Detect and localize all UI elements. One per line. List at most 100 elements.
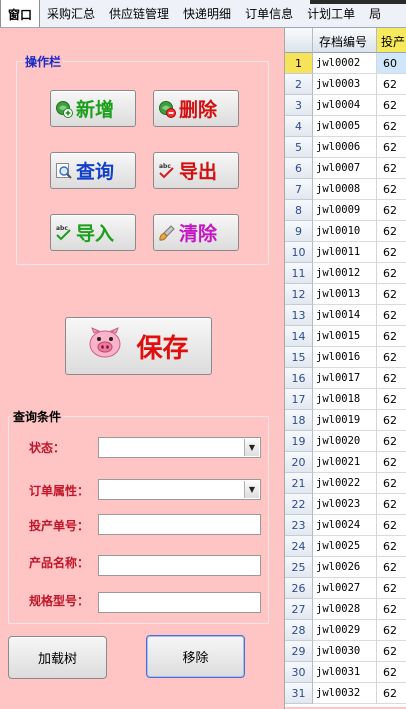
archive-grid[interactable]: 存档编号 投产 1 jwl0002 60 2 jwl0003 62 3 jwl0004 62 4 j…	[284, 28, 406, 709]
row-number[interactable]: 25	[285, 557, 313, 578]
table-row[interactable]: 17 jwl0018 62	[285, 389, 406, 410]
import-button[interactable]: abc 导入	[50, 214, 136, 251]
row-number[interactable]: 10	[285, 242, 313, 263]
clear-button[interactable]: 清除	[153, 214, 239, 251]
cell-production[interactable]: 62	[377, 683, 406, 704]
table-row[interactable]: 6 jwl0007 62	[285, 158, 406, 179]
row-number[interactable]: 2	[285, 74, 313, 95]
row-number[interactable]: 14	[285, 326, 313, 347]
query-button[interactable]: 查询	[50, 152, 136, 189]
cell-archive-no[interactable]: jwl0027	[313, 578, 377, 599]
cell-archive-no[interactable]: jwl0030	[313, 641, 377, 662]
cell-production[interactable]: 62	[377, 662, 406, 683]
cell-archive-no[interactable]: jwl0014	[313, 305, 377, 326]
table-row[interactable]: 25 jwl0026 62	[285, 557, 406, 578]
delete-button[interactable]: 删除	[153, 90, 239, 127]
cell-production[interactable]: 62	[377, 641, 406, 662]
row-number[interactable]: 3	[285, 95, 313, 116]
save-button[interactable]: 保存	[65, 317, 212, 375]
export-button[interactable]: abc 导出	[153, 152, 239, 189]
row-number[interactable]: 5	[285, 137, 313, 158]
table-row[interactable]: 30 jwl0031 62	[285, 662, 406, 683]
spec-input[interactable]	[98, 592, 261, 613]
cell-production[interactable]: 62	[377, 137, 406, 158]
table-row[interactable]: 12 jwl0013 62	[285, 284, 406, 305]
cell-production[interactable]: 62	[377, 599, 406, 620]
cell-archive-no[interactable]: jwl0032	[313, 683, 377, 704]
row-number[interactable]: 22	[285, 494, 313, 515]
cell-production[interactable]: 60	[377, 53, 406, 74]
cell-production[interactable]: 62	[377, 305, 406, 326]
cell-production[interactable]: 62	[377, 620, 406, 641]
row-number[interactable]: 15	[285, 347, 313, 368]
table-row[interactable]: 31 jwl0032 62	[285, 683, 406, 704]
menu-tab-supply-chain[interactable]: 供应链管理	[102, 0, 176, 26]
cell-production[interactable]: 62	[377, 368, 406, 389]
order-attr-select[interactable]: ▼	[98, 479, 261, 500]
row-number[interactable]: 21	[285, 473, 313, 494]
row-number[interactable]: 11	[285, 263, 313, 284]
cell-archive-no[interactable]: jwl0004	[313, 95, 377, 116]
table-row[interactable]: 26 jwl0027 62	[285, 578, 406, 599]
row-number[interactable]: 7	[285, 179, 313, 200]
cell-archive-no[interactable]: jwl0024	[313, 515, 377, 536]
table-row[interactable]: 24 jwl0025 62	[285, 536, 406, 557]
table-row[interactable]: 4 jwl0005 62	[285, 116, 406, 137]
cell-production[interactable]: 62	[377, 536, 406, 557]
cell-production[interactable]: 62	[377, 452, 406, 473]
table-row[interactable]: 21 jwl0022 62	[285, 473, 406, 494]
table-row[interactable]: 2 jwl0003 62	[285, 74, 406, 95]
cell-production[interactable]: 62	[377, 431, 406, 452]
cell-archive-no[interactable]: jwl0018	[313, 389, 377, 410]
cell-archive-no[interactable]: jwl0012	[313, 263, 377, 284]
cell-archive-no[interactable]: jwl0011	[313, 242, 377, 263]
grid-header-production[interactable]: 投产	[377, 28, 406, 53]
table-row[interactable]: 13 jwl0014 62	[285, 305, 406, 326]
cell-archive-no[interactable]: jwl0015	[313, 326, 377, 347]
cell-production[interactable]: 62	[377, 326, 406, 347]
row-number[interactable]: 27	[285, 599, 313, 620]
row-number[interactable]: 29	[285, 641, 313, 662]
menu-tab-express-detail[interactable]: 快递明细	[176, 0, 238, 26]
cell-production[interactable]: 62	[377, 515, 406, 536]
menu-tab-order-info[interactable]: 订单信息	[238, 0, 300, 26]
chevron-down-icon[interactable]: ▼	[244, 439, 259, 456]
table-row[interactable]: 14 jwl0015 62	[285, 326, 406, 347]
row-number[interactable]: 6	[285, 158, 313, 179]
table-row[interactable]: 10 jwl0011 62	[285, 242, 406, 263]
row-number[interactable]: 20	[285, 452, 313, 473]
table-row[interactable]: 11 jwl0012 62	[285, 263, 406, 284]
row-number[interactable]: 26	[285, 578, 313, 599]
cell-archive-no[interactable]: jwl0003	[313, 74, 377, 95]
add-button[interactable]: 新增	[50, 90, 136, 127]
row-number[interactable]: 1	[285, 53, 313, 74]
cell-archive-no[interactable]: jwl0007	[313, 158, 377, 179]
cell-archive-no[interactable]: jwl0022	[313, 473, 377, 494]
cell-production[interactable]: 62	[377, 221, 406, 242]
remove-button[interactable]: 移除	[146, 635, 245, 678]
row-number[interactable]: 13	[285, 305, 313, 326]
menu-tab-purchase-summary[interactable]: 采购汇总	[40, 0, 102, 26]
cell-production[interactable]: 62	[377, 578, 406, 599]
cell-archive-no[interactable]: jwl0013	[313, 284, 377, 305]
cell-production[interactable]: 62	[377, 179, 406, 200]
cell-archive-no[interactable]: jwl0025	[313, 536, 377, 557]
row-number[interactable]: 17	[285, 389, 313, 410]
cell-production[interactable]: 62	[377, 263, 406, 284]
cell-production[interactable]: 62	[377, 410, 406, 431]
chevron-down-icon[interactable]: ▼	[244, 481, 259, 498]
row-number[interactable]: 31	[285, 683, 313, 704]
row-number[interactable]: 4	[285, 116, 313, 137]
cell-archive-no[interactable]: jwl0020	[313, 431, 377, 452]
cell-production[interactable]: 62	[377, 95, 406, 116]
cell-archive-no[interactable]: jwl0031	[313, 662, 377, 683]
row-number[interactable]: 28	[285, 620, 313, 641]
cell-archive-no[interactable]: jwl0016	[313, 347, 377, 368]
cell-production[interactable]: 62	[377, 284, 406, 305]
cell-archive-no[interactable]: jwl0029	[313, 620, 377, 641]
table-row[interactable]: 1 jwl0002 60	[285, 53, 406, 74]
table-row[interactable]: 20 jwl0021 62	[285, 452, 406, 473]
table-row[interactable]: 23 jwl0024 62	[285, 515, 406, 536]
table-row[interactable]: 22 jwl0023 62	[285, 494, 406, 515]
table-row[interactable]: 19 jwl0020 62	[285, 431, 406, 452]
